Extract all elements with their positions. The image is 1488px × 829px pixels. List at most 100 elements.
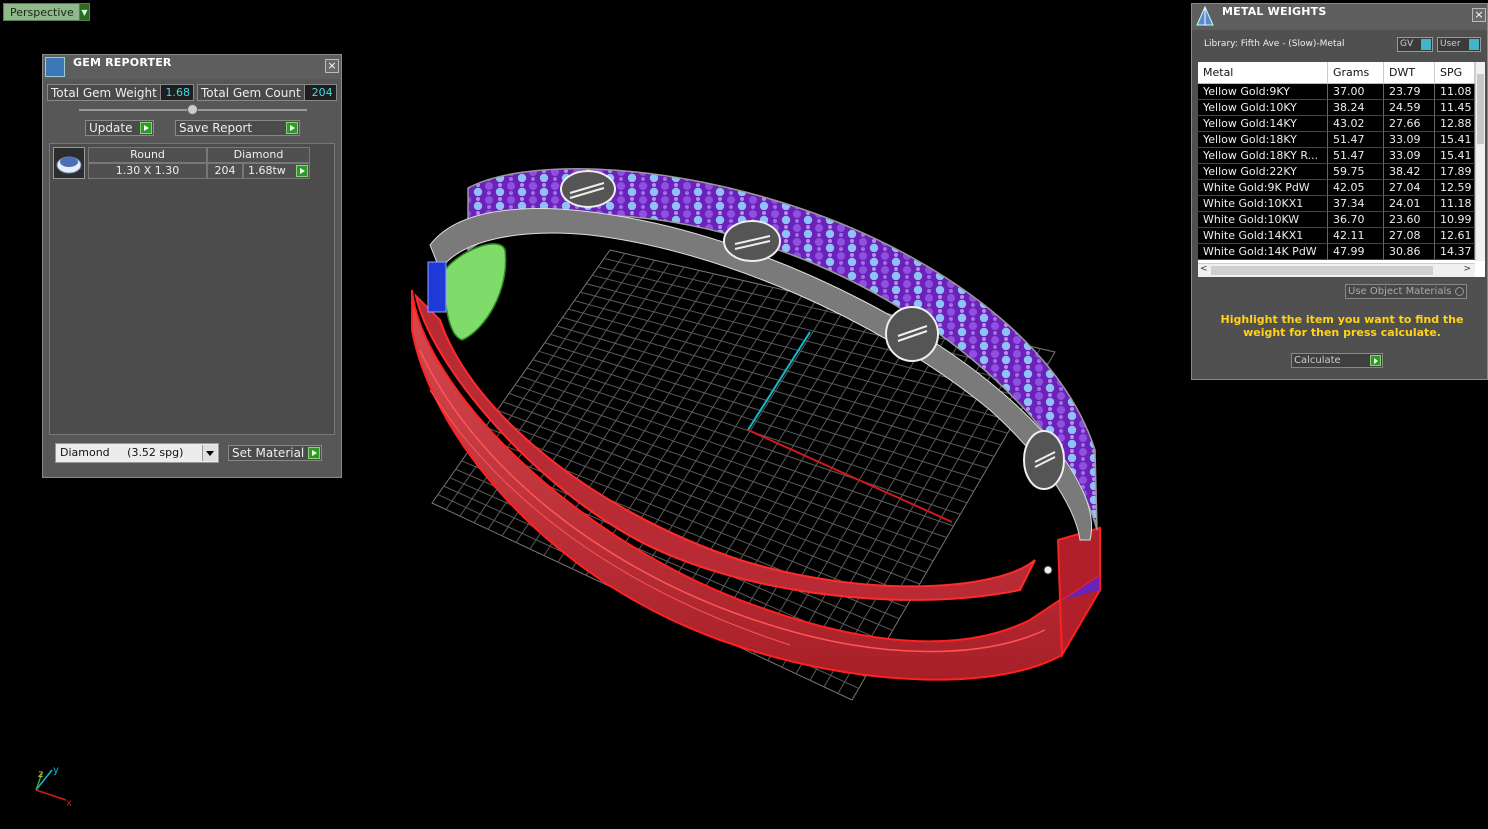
table-row[interactable]: White Gold:14KX1 42.11 27.08 12.61: [1198, 228, 1485, 244]
metal-weights-title: METAL WEIGHTS: [1222, 5, 1327, 18]
use-object-materials-checkbox[interactable]: Use Object Materials: [1345, 284, 1467, 299]
gv-toggle[interactable]: GV: [1397, 37, 1433, 52]
table-row[interactable]: White Gold:14K PdW 47.99 30.86 14.37: [1198, 244, 1485, 260]
play-arrow-icon: [286, 122, 298, 134]
spg-value: 12.88: [1435, 116, 1475, 132]
update-button[interactable]: Update: [85, 120, 154, 136]
grams-value: 38.24: [1328, 100, 1384, 116]
metal-name: Yellow Gold:18KY: [1198, 132, 1328, 148]
material-select-value: Diamond (3.52 spg): [60, 446, 184, 459]
metal-name: White Gold:14KX1: [1198, 228, 1328, 244]
scroll-right-icon[interactable]: >: [1463, 264, 1471, 274]
dwt-value: 27.04: [1384, 180, 1435, 196]
metal-name: Yellow Gold:22KY: [1198, 164, 1328, 180]
dwt-value: 23.60: [1384, 212, 1435, 228]
grams-value: 51.47: [1328, 132, 1384, 148]
gv-label: GV: [1400, 39, 1414, 49]
toggle-knob-icon: [1469, 39, 1479, 50]
table-row[interactable]: Yellow Gold:9KY 37.00 23.79 11.08: [1198, 84, 1485, 100]
clasp-blue: [427, 261, 447, 313]
table-row[interactable]: Yellow Gold:18KY R... 51.47 33.09 15.41: [1198, 148, 1485, 164]
metal-name: Yellow Gold:9KY: [1198, 84, 1328, 100]
grams-value: 37.00: [1328, 84, 1384, 100]
column-header-spg[interactable]: SPG: [1435, 62, 1475, 83]
gem-weight: 1.68tw: [248, 164, 286, 177]
gem-reporter-title: GEM REPORTER: [73, 56, 172, 69]
dwt-value: 38.42: [1384, 164, 1435, 180]
column-header-metal[interactable]: Metal: [1198, 62, 1328, 83]
scroll-left-icon[interactable]: <: [1200, 264, 1208, 274]
horizontal-scrollbar[interactable]: < >: [1198, 263, 1475, 277]
radio-circle-icon: [1455, 287, 1464, 296]
grams-value: 37.34: [1328, 196, 1384, 212]
save-report-label: Save Report: [179, 121, 253, 135]
axis-z-label: z: [38, 769, 43, 780]
dwt-value: 24.01: [1384, 196, 1435, 212]
grams-value: 42.05: [1328, 180, 1384, 196]
gem-weight-button[interactable]: 1.68tw: [243, 163, 310, 179]
table-header: Metal Grams DWT SPG: [1198, 62, 1485, 84]
table-row[interactable]: White Gold:9K PdW 42.05 27.04 12.59: [1198, 180, 1485, 196]
metal-name: Yellow Gold:18KY R...: [1198, 148, 1328, 164]
spg-value: 10.99: [1435, 212, 1475, 228]
metal-weights-table[interactable]: Metal Grams DWT SPG Yellow Gold:9KY 37.00…: [1198, 62, 1485, 277]
gem-size: 1.30 X 1.30: [88, 163, 207, 179]
scale-icon: [1196, 5, 1214, 26]
gem-list[interactable]: Round Diamond 1.30 X 1.30 204 1.68tw: [49, 143, 335, 435]
gem-count: 204: [207, 163, 243, 179]
table-row[interactable]: White Gold:10KW 36.70 23.60 10.99: [1198, 212, 1485, 228]
dwt-value: 27.08: [1384, 228, 1435, 244]
material-select[interactable]: Diamond (3.52 spg): [55, 443, 219, 463]
metal-weights-panel: METAL WEIGHTS × Library: Fifth Ave - (Sl…: [1191, 3, 1488, 380]
dwt-value: 24.59: [1384, 100, 1435, 116]
scrollbar-thumb[interactable]: [1477, 74, 1484, 144]
table-row[interactable]: Yellow Gold:22KY 59.75 38.42 17.89: [1198, 164, 1485, 180]
viewport-menu-arrow-icon[interactable]: ▼: [79, 3, 90, 21]
spg-value: 11.08: [1435, 84, 1475, 100]
table-row[interactable]: White Gold:10KX1 37.34 24.01 11.18: [1198, 196, 1485, 212]
play-arrow-icon: [1370, 355, 1381, 366]
gem-reporter-titlebar[interactable]: GEM REPORTER ×: [43, 55, 341, 79]
dwt-value: 33.09: [1384, 148, 1435, 164]
round-gem-icon[interactable]: [53, 147, 85, 179]
user-toggle[interactable]: User: [1437, 37, 1481, 52]
grams-value: 51.47: [1328, 148, 1384, 164]
set-material-label: Set Material: [232, 446, 305, 460]
spg-value: 12.61: [1435, 228, 1475, 244]
column-header-grams[interactable]: Grams: [1328, 62, 1384, 83]
splitter-handle[interactable]: [187, 104, 198, 115]
save-report-button[interactable]: Save Report: [175, 120, 300, 136]
total-gem-count: Total Gem Count 204: [197, 84, 337, 101]
axis-x-label: x: [66, 798, 72, 809]
z-axis-line: [747, 331, 811, 431]
set-material-button[interactable]: Set Material: [228, 445, 322, 461]
grams-value: 43.02: [1328, 116, 1384, 132]
update-label: Update: [89, 121, 133, 135]
metal-name: Yellow Gold:14KY: [1198, 116, 1328, 132]
table-row[interactable]: Yellow Gold:14KY 43.02 27.66 12.88: [1198, 116, 1485, 132]
metal-weights-close-icon[interactable]: ×: [1472, 8, 1486, 22]
axis-tripod: x y z: [35, 765, 72, 809]
total-gem-count-value: 204: [303, 85, 336, 100]
gem-material: Diamond: [207, 147, 310, 163]
chevron-down-icon[interactable]: [202, 445, 217, 461]
scrollbar-thumb[interactable]: [1211, 266, 1433, 275]
spg-value: 11.45: [1435, 100, 1475, 116]
metal-weights-titlebar[interactable]: METAL WEIGHTS ×: [1192, 4, 1487, 30]
gem-shape: Round: [88, 147, 207, 163]
spg-value: 17.89: [1435, 164, 1475, 180]
table-row[interactable]: Yellow Gold:18KY 51.47 33.09 15.41: [1198, 132, 1485, 148]
calculate-button[interactable]: Calculate: [1291, 353, 1383, 368]
user-label: User: [1440, 39, 1461, 49]
gem-reporter-close-icon[interactable]: ×: [325, 59, 339, 73]
viewport-label[interactable]: Perspective: [3, 3, 81, 21]
total-gem-weight: Total Gem Weight 1.68: [47, 84, 194, 101]
spg-value: 15.41: [1435, 148, 1475, 164]
column-header-dwt[interactable]: DWT: [1384, 62, 1435, 83]
vertical-scrollbar[interactable]: [1475, 62, 1485, 261]
x-axis-line: [747, 429, 953, 523]
metal-name: White Gold:9K PdW: [1198, 180, 1328, 196]
use-object-materials-label: Use Object Materials: [1348, 286, 1452, 297]
table-row[interactable]: Yellow Gold:10KY 38.24 24.59 11.45: [1198, 100, 1485, 116]
metal-name: White Gold:10KW: [1198, 212, 1328, 228]
